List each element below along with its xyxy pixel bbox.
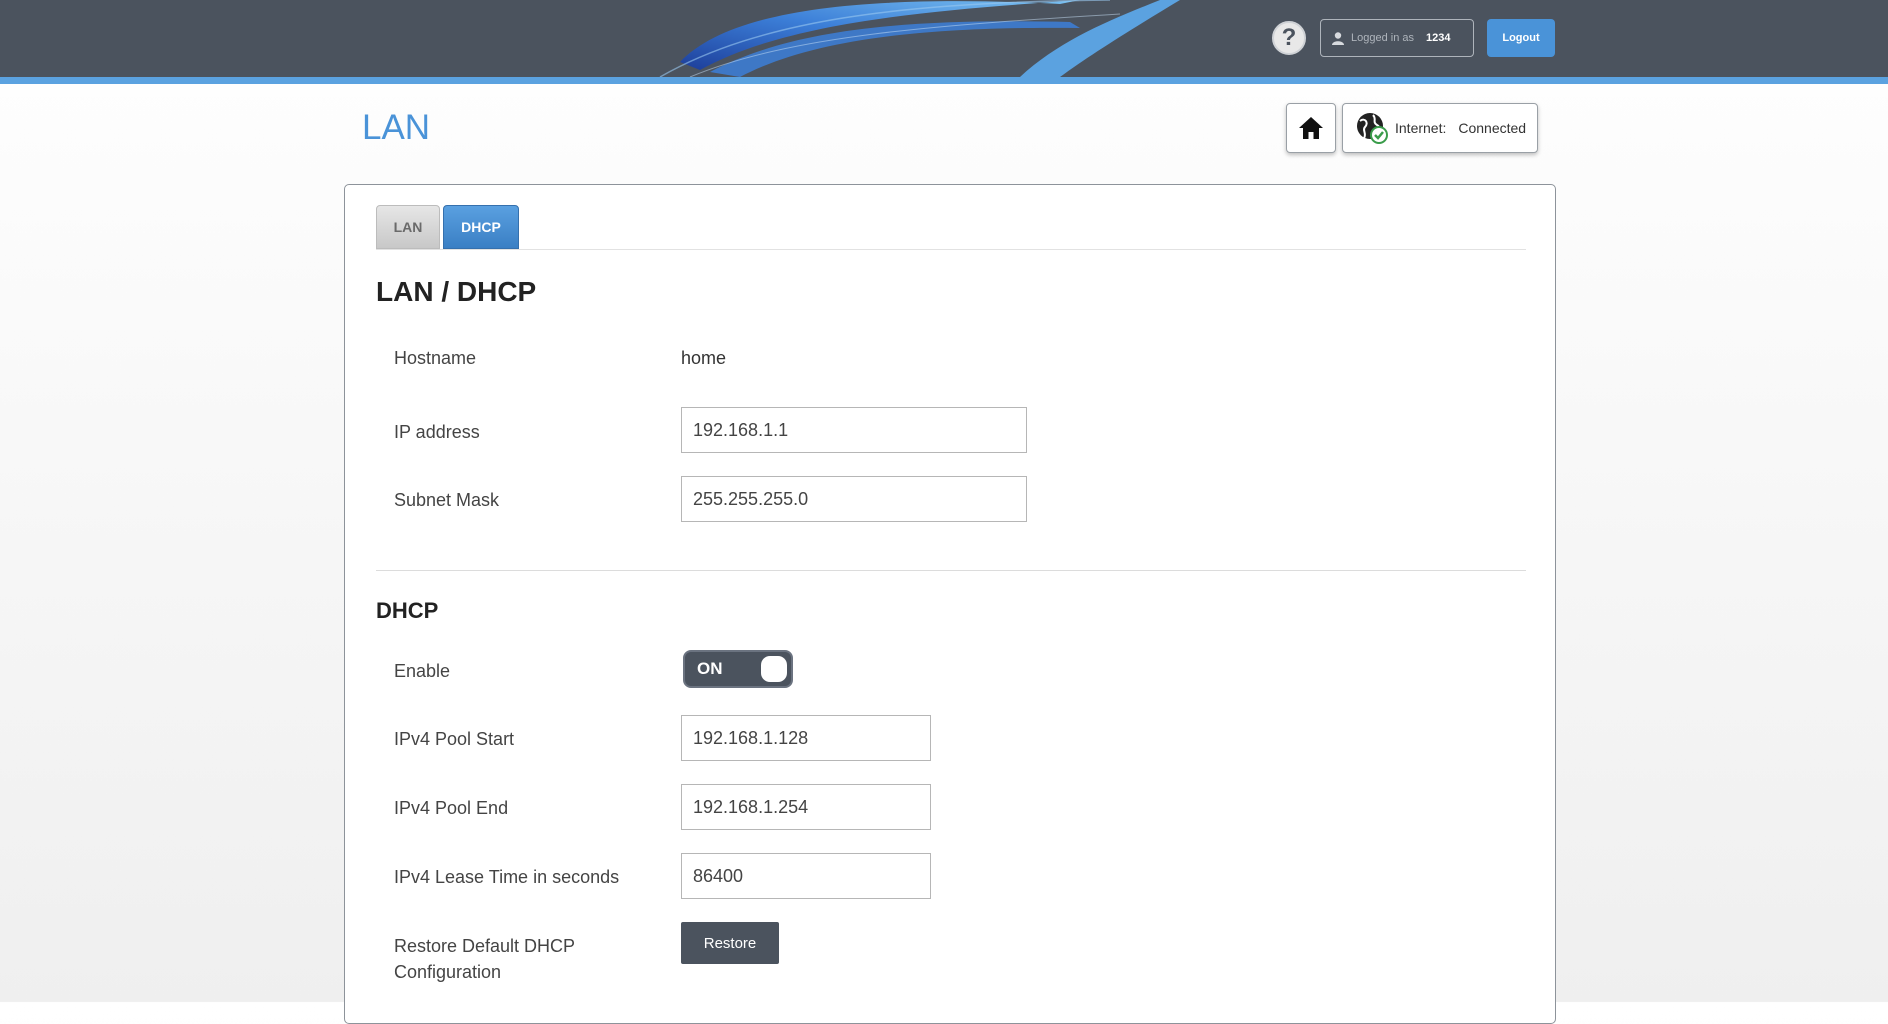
- home-button[interactable]: [1286, 103, 1336, 153]
- logout-button[interactable]: Logout: [1487, 19, 1555, 57]
- dhcp-heading: DHCP: [376, 598, 439, 623]
- top-header: ? Logged in as 1234 Logout: [0, 0, 1888, 77]
- username: 1234: [1426, 32, 1451, 44]
- globe-check-icon: [1357, 113, 1388, 144]
- ip-address-field[interactable]: [681, 407, 1027, 453]
- internet-status-value: Connected: [1458, 120, 1527, 136]
- pool-start-field[interactable]: [681, 715, 931, 761]
- lan-dhcp-heading: LAN / DHCP: [376, 276, 537, 307]
- ip-address-label: IP address: [394, 422, 480, 442]
- internet-label: Internet:: [1395, 120, 1447, 136]
- pool-end-field[interactable]: [681, 784, 931, 830]
- tab-bar: LAN DHCP: [376, 204, 1526, 250]
- page-title: LAN: [362, 108, 431, 147]
- logged-in-label: Logged in as: [1351, 32, 1414, 44]
- hostname-value: home: [681, 348, 727, 368]
- logged-in-info: Logged in as 1234: [1320, 19, 1474, 57]
- internet-status: Internet: Connected: [1342, 103, 1538, 153]
- subnet-mask-field[interactable]: [681, 476, 1027, 522]
- toggle-state-label: ON: [697, 659, 723, 678]
- user-icon: [1332, 32, 1344, 45]
- restore-default-label: Restore Default DHCP Configuration: [394, 936, 575, 982]
- tab-lan[interactable]: LAN: [376, 205, 440, 249]
- help-icon[interactable]: ?: [1272, 21, 1306, 55]
- lease-time-field[interactable]: [681, 853, 931, 899]
- banner-swoosh-graphic: [659, 0, 1180, 77]
- main-panel: LAN DHCP LAN / DHCP Hostname home IP add…: [344, 184, 1556, 1024]
- tab-dhcp[interactable]: DHCP: [443, 205, 519, 249]
- pool-start-label: IPv4 Pool Start: [394, 729, 515, 749]
- restore-button[interactable]: Restore: [681, 922, 779, 964]
- lease-time-label: IPv4 Lease Time in seconds: [394, 867, 620, 887]
- header-accent-stripe: [0, 77, 1888, 84]
- home-icon: [1299, 117, 1323, 139]
- section-divider: [376, 570, 1526, 571]
- hostname-label: Hostname: [394, 348, 477, 368]
- toggle-knob: [761, 656, 787, 682]
- subnet-mask-label: Subnet Mask: [394, 490, 500, 510]
- pool-end-label: IPv4 Pool End: [394, 798, 509, 818]
- dhcp-enable-toggle[interactable]: ON: [683, 650, 793, 688]
- dhcp-enable-label: Enable: [394, 661, 451, 681]
